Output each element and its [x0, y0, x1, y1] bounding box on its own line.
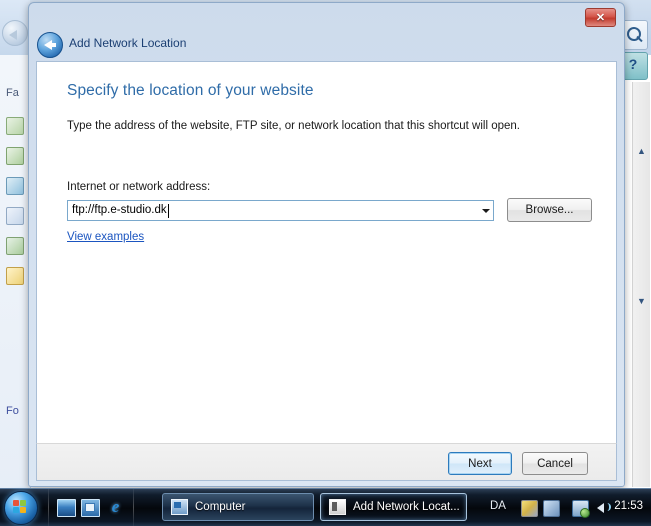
internet-explorer-icon[interactable]: e	[106, 498, 125, 516]
nav-item-music-icon[interactable]	[6, 177, 24, 195]
dialog-body: Specify the location of your website Typ…	[36, 61, 617, 443]
nav-item-public-icon[interactable]	[6, 267, 24, 285]
network-icon[interactable]	[572, 500, 590, 518]
page-description: Type the address of the website, FTP sit…	[67, 120, 520, 132]
cancel-button[interactable]: Cancel	[522, 452, 588, 475]
dialog-footer: Next Cancel	[36, 443, 617, 481]
address-input[interactable]: ftp://ftp.e-studio.dk	[72, 204, 167, 216]
speaker-wave	[605, 503, 611, 511]
explorer-scrollbar[interactable]: ▲ ▼	[632, 82, 650, 487]
add-network-location-dialog: ✕ Add Network Location Specify the locat…	[28, 2, 625, 487]
clock[interactable]: 21:53	[614, 500, 643, 512]
computer-icon	[171, 499, 188, 515]
tray-icon-1[interactable]	[521, 500, 538, 517]
taskbar-button-label: Add Network Locat...	[353, 501, 460, 513]
back-arrow-stem	[50, 43, 56, 47]
explorer-toolbar	[0, 0, 30, 55]
nav-item-pictures-icon[interactable]	[6, 147, 24, 165]
explorer-back-icon[interactable]	[2, 20, 28, 46]
browse-button[interactable]: Browse...	[507, 198, 592, 222]
next-button[interactable]: Next	[448, 452, 512, 475]
scroll-down-icon[interactable]: ▼	[633, 292, 650, 309]
nav-item-recent-icon[interactable]	[6, 207, 24, 225]
view-examples-link[interactable]: View examples	[67, 231, 144, 243]
taskbar-button-add-network-location[interactable]: Add Network Locat...	[320, 493, 467, 521]
volume-icon[interactable]	[596, 500, 611, 515]
taskbar-button-computer[interactable]: Computer	[162, 493, 314, 521]
chevron-down-icon[interactable]	[482, 209, 490, 213]
nav-header-favorites: Fa	[6, 87, 19, 99]
page-title: Specify the location of your website	[67, 82, 314, 99]
dialog-title-bar[interactable]: ✕	[29, 3, 624, 29]
show-desktop-icon[interactable]	[57, 499, 76, 517]
speaker-cone	[597, 503, 604, 513]
back-icon[interactable]	[37, 32, 63, 58]
close-icon[interactable]: ✕	[585, 8, 616, 27]
address-field-label: Internet or network address:	[67, 181, 211, 193]
windows-logo-icon	[13, 500, 28, 515]
quicklaunch-divider-left	[48, 489, 49, 526]
dialog-title: Add Network Location	[69, 36, 187, 50]
desktop-screen: Fa Fo ? ▲ ▼ ✕ Add Network Location Speci…	[0, 0, 651, 526]
network-location-icon	[329, 499, 346, 515]
tray-icon-2[interactable]	[543, 500, 560, 517]
scroll-up-icon[interactable]: ▲	[633, 142, 650, 159]
dialog-nav-bar: Add Network Location	[29, 29, 624, 61]
quicklaunch-divider-right	[133, 489, 134, 526]
switch-windows-icon[interactable]	[81, 499, 100, 517]
nav-header-folders[interactable]: Fo	[6, 405, 19, 417]
nav-item-searches-icon[interactable]	[6, 237, 24, 255]
address-combobox[interactable]: ftp://ftp.e-studio.dk	[67, 200, 494, 221]
language-indicator[interactable]: DA	[490, 500, 506, 512]
taskbar-button-label: Computer	[195, 501, 246, 513]
magnifier-handle	[636, 35, 643, 43]
explorer-navigation-pane[interactable]: Fa Fo	[0, 55, 31, 514]
start-button[interactable]	[4, 491, 38, 525]
nav-item-documents-icon[interactable]	[6, 117, 24, 135]
text-cursor	[168, 204, 169, 218]
taskbar: e Computer Add Network Locat... DA 21:53	[0, 488, 651, 526]
